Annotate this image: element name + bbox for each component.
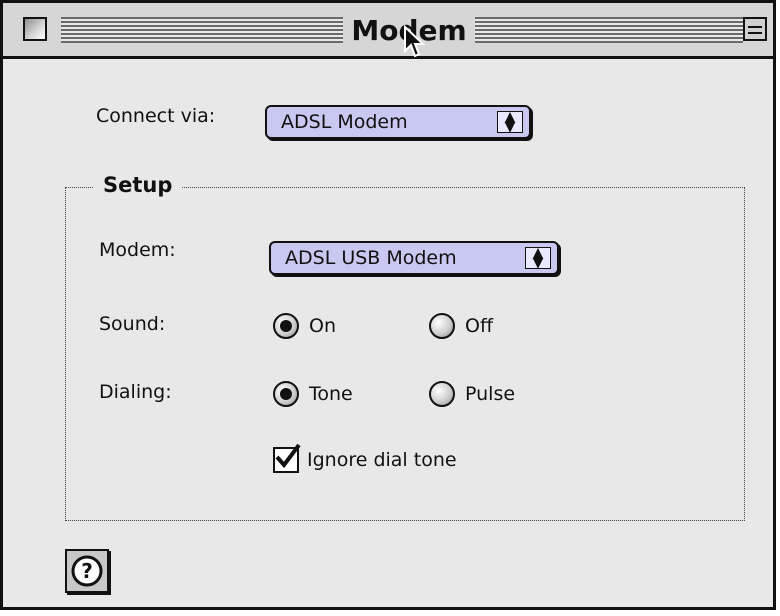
modem-value: ADSL USB Modem — [285, 247, 457, 269]
close-box-icon[interactable] — [23, 17, 47, 41]
modem-window: Modem Connect via: ADSL Modem ▲▼ Setup M… — [0, 0, 776, 610]
help-question-icon: ? — [71, 555, 103, 587]
setup-group-title: Setup — [93, 173, 183, 197]
connect-via-value: ADSL Modem — [281, 111, 408, 133]
connect-via-popup[interactable]: ADSL Modem ▲ ▼ — [265, 105, 531, 139]
sound-off-label[interactable]: Off — [465, 315, 493, 337]
sound-on-radio[interactable] — [273, 313, 299, 339]
title-stripes-right — [475, 17, 743, 43]
dialing-label: Dialing: — [99, 381, 172, 403]
help-button[interactable]: ? — [65, 549, 109, 593]
svg-text:?: ? — [81, 559, 93, 583]
up-down-arrows-icon: ▲ ▼ — [525, 246, 551, 270]
title-bar[interactable]: Modem — [3, 3, 773, 59]
zoom-box-icon[interactable] — [743, 17, 767, 41]
title-stripes-left — [61, 17, 343, 43]
dialing-tone-radio[interactable] — [273, 381, 299, 407]
modem-popup[interactable]: ADSL USB Modem ▲ ▼ — [269, 241, 559, 275]
modem-label: Modem: — [99, 239, 176, 261]
ignore-dial-tone-label[interactable]: Ignore dial tone — [307, 449, 457, 471]
dialing-pulse-label[interactable]: Pulse — [465, 383, 515, 405]
up-down-arrows-icon: ▲ ▼ — [497, 110, 523, 134]
connect-via-label: Connect via: — [96, 105, 216, 127]
ignore-dial-tone-checkbox[interactable] — [273, 443, 301, 473]
checkmark-icon — [275, 443, 301, 469]
sound-off-radio[interactable] — [429, 313, 455, 339]
mouse-pointer-icon — [404, 25, 425, 58]
sound-on-label[interactable]: On — [309, 315, 336, 337]
dialing-tone-label[interactable]: Tone — [309, 383, 353, 405]
sound-label: Sound: — [99, 313, 166, 335]
dialing-pulse-radio[interactable] — [429, 381, 455, 407]
